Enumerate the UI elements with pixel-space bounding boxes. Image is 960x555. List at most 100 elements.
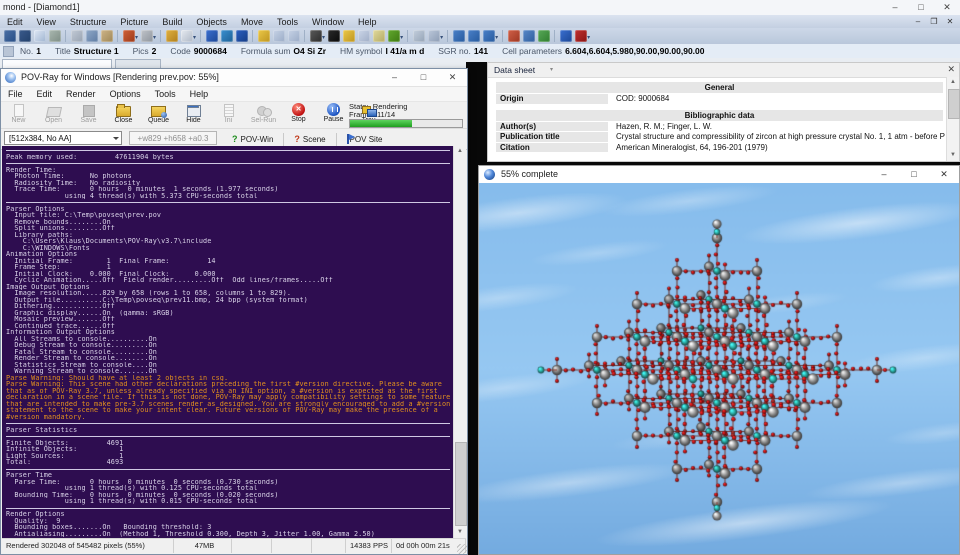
diamond-close-button[interactable]: ✕ — [934, 0, 960, 15]
find-icon[interactable] — [19, 30, 31, 42]
panel-3-icon[interactable] — [483, 30, 495, 42]
help-pov-win[interactable]: ?POV-Win — [232, 134, 273, 144]
command-line-input[interactable]: +w829 +h658 +a0.3 — [129, 131, 217, 145]
resize-grip[interactable] — [457, 544, 467, 554]
povray-menu-file[interactable]: File — [1, 89, 30, 99]
folder-yellow-icon[interactable] — [258, 30, 270, 42]
povray-menu-edit[interactable]: Edit — [30, 89, 60, 99]
mail-icon[interactable] — [413, 30, 425, 42]
diamond-menu-edit[interactable]: Edit — [0, 17, 30, 27]
pin-red-icon[interactable] — [575, 30, 587, 42]
toolbar-hide-button[interactable]: Hide — [176, 102, 211, 128]
povray-menu-help[interactable]: Help — [183, 89, 216, 99]
povray-maximize-button[interactable]: □ — [409, 69, 438, 86]
undo-icon[interactable] — [123, 30, 135, 42]
scrollbar-thumb[interactable] — [455, 442, 467, 526]
povray-title-bar[interactable]: POV-Ray for Windows [Rendering prev.pov:… — [1, 69, 467, 87]
atom-grid-icon[interactable] — [310, 30, 322, 42]
brush-icon[interactable] — [388, 30, 400, 42]
console-scrollbar[interactable]: ▲ ▼ — [453, 146, 466, 538]
data-sheet-scrollbar[interactable]: ▲ ▼ — [946, 77, 959, 161]
scroll-up-icon[interactable]: ▲ — [454, 146, 466, 157]
toolbar-close-button[interactable]: Close — [106, 102, 141, 128]
povray-globe-icon — [484, 169, 495, 180]
scroll-down-icon[interactable]: ▼ — [947, 150, 959, 161]
print-preview-icon[interactable] — [34, 30, 46, 42]
toolbar-pause-button[interactable]: Pause — [316, 102, 351, 128]
data-sheet-header[interactable]: Data sheet ▾ ✕ — [488, 63, 959, 78]
paste-icon[interactable] — [101, 30, 113, 42]
render-close-button[interactable]: ✕ — [929, 166, 959, 183]
render-maximize-button[interactable]: □ — [899, 166, 929, 183]
diamond-menu-window[interactable]: Window — [305, 17, 351, 27]
render-window-title: 55% complete — [501, 169, 558, 179]
diamond-menu-help[interactable]: Help — [351, 17, 384, 27]
cut-icon[interactable] — [71, 30, 83, 42]
chevron-down-icon[interactable]: ▾ — [440, 34, 443, 41]
copy-icon[interactable] — [86, 30, 98, 42]
chevron-down-icon[interactable]: ▾ — [193, 34, 196, 41]
picture-color-icon[interactable] — [221, 30, 233, 42]
chevron-down-icon[interactable]: ▾ — [322, 34, 325, 41]
diamond-maximize-button[interactable]: □ — [908, 0, 934, 15]
zoom-icon[interactable] — [428, 30, 440, 42]
chart-red-icon[interactable] — [508, 30, 520, 42]
render-minimize-button[interactable]: – — [869, 166, 899, 183]
chevron-down-icon — [113, 137, 119, 143]
black-screen-icon[interactable] — [328, 30, 340, 42]
povray-close-button[interactable]: ✕ — [438, 69, 467, 86]
povray-minimize-button[interactable]: – — [380, 69, 409, 86]
toolbar-queue-button[interactable]: Queue — [141, 102, 176, 128]
scroll-down-icon[interactable]: ▼ — [454, 527, 466, 538]
povray-message-console: Peak memory used: 47611904 bytesRender T… — [2, 146, 454, 538]
diamond-menu-objects[interactable]: Objects — [189, 17, 234, 27]
picture-rotate-icon[interactable] — [236, 30, 248, 42]
chart-green-icon[interactable] — [538, 30, 550, 42]
mdi-restore-button[interactable]: ❐ — [926, 15, 942, 28]
notes-icon[interactable] — [373, 30, 385, 42]
help-pov-site[interactable]: POV Site — [347, 134, 383, 144]
chart-blue-icon[interactable] — [523, 30, 535, 42]
infobar-item-hm-symbol: HM symbolI 41/a m d — [340, 46, 424, 56]
mdi-minimize-button[interactable]: – — [910, 15, 926, 28]
povray-menu-render[interactable]: Render — [59, 89, 103, 99]
povray-menu-options[interactable]: Options — [103, 89, 148, 99]
window-pale-2-icon[interactable] — [288, 30, 300, 42]
diamond-menu-picture[interactable]: Picture — [113, 17, 155, 27]
resolution-preset-select[interactable]: [512x384, No AA] — [4, 131, 122, 145]
new-picture-icon[interactable] — [206, 30, 218, 42]
window-pale-1-icon[interactable] — [273, 30, 285, 42]
diamond-menu-view[interactable]: View — [30, 17, 63, 27]
render-window-title-bar[interactable]: 55% complete –□✕ — [479, 166, 959, 184]
diamond-menu-tools[interactable]: Tools — [270, 17, 305, 27]
chevron-down-icon[interactable]: ▾ — [135, 34, 138, 41]
save-icon[interactable] — [4, 30, 16, 42]
chevron-down-icon[interactable]: ▾ — [495, 34, 498, 41]
data-sheet-close-button[interactable]: ✕ — [947, 64, 955, 75]
help-scene[interactable]: ?Scene — [294, 134, 325, 144]
diamond-minimize-button[interactable]: – — [882, 0, 908, 15]
diamond-menu-move[interactable]: Move — [234, 17, 270, 27]
diamond-menu-build[interactable]: Build — [155, 17, 189, 27]
scrollbar-thumb[interactable] — [948, 89, 960, 119]
scroll-up-icon[interactable]: ▲ — [947, 77, 959, 88]
panel-1-icon[interactable] — [453, 30, 465, 42]
question-mark-icon: ? — [232, 134, 238, 144]
mdi-close-button[interactable]: ✕ — [942, 15, 958, 28]
redo-icon[interactable] — [141, 30, 153, 42]
globe-icon[interactable] — [560, 30, 572, 42]
data-sheet-panel: Data sheet ▾ ✕ GeneralOriginCOD: 9000684… — [487, 62, 960, 162]
print-icon[interactable] — [49, 30, 61, 42]
panel-2-icon[interactable] — [468, 30, 480, 42]
tablet-icon[interactable] — [358, 30, 370, 42]
pointer-icon[interactable] — [181, 30, 193, 42]
povray-menu-tools[interactable]: Tools — [148, 89, 183, 99]
new-folder-icon[interactable] — [343, 30, 355, 42]
refresh-icon[interactable] — [166, 30, 178, 42]
status-segment-5: 14383 PPS — [346, 539, 392, 553]
diamond-menu-structure[interactable]: Structure — [63, 17, 114, 27]
chevron-down-icon[interactable]: ▾ — [153, 34, 156, 41]
toolbar-stop-button[interactable]: Stop — [281, 102, 316, 128]
chevron-down-icon[interactable]: ▾ — [587, 34, 590, 41]
chevron-down-icon[interactable]: ▾ — [400, 34, 403, 41]
